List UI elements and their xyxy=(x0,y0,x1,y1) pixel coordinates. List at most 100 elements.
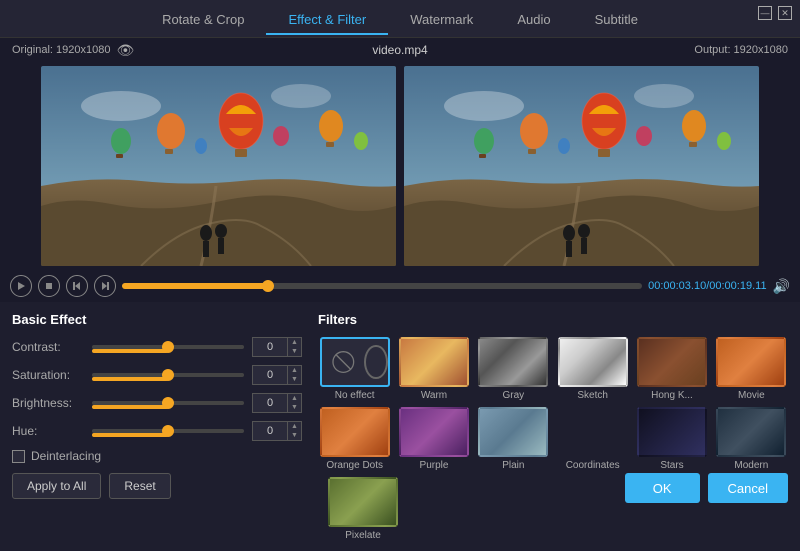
play-button[interactable] xyxy=(10,275,32,297)
brightness-slider[interactable] xyxy=(92,401,244,405)
saturation-label: Saturation: xyxy=(12,368,84,382)
filter-label-coordinates: Coordinates xyxy=(566,460,620,471)
filter-modern[interactable]: Modern xyxy=(715,407,788,471)
ok-button[interactable]: OK xyxy=(625,473,700,503)
saturation-down[interactable]: ▼ xyxy=(288,375,301,384)
filter-thumb-coordinates xyxy=(558,407,628,457)
hue-down[interactable]: ▼ xyxy=(288,431,301,440)
controls-bar: 00:00:03.10/00:00:19.11 🔊 xyxy=(0,270,800,302)
brightness-value: 0 xyxy=(252,393,288,413)
hue-up[interactable]: ▲ xyxy=(288,422,301,431)
filter-pixelate[interactable]: Pixelate xyxy=(328,477,398,541)
filter-label-movie: Movie xyxy=(738,390,765,401)
brightness-down[interactable]: ▼ xyxy=(288,403,301,412)
progress-bar[interactable] xyxy=(122,283,642,289)
filter-label-modern: Modern xyxy=(734,460,768,471)
saturation-row: Saturation: 0 ▲ ▼ xyxy=(12,365,302,385)
filter-stars[interactable]: Stars xyxy=(635,407,708,471)
filter-label-plain: Plain xyxy=(502,460,524,471)
tab-rotate[interactable]: Rotate & Crop xyxy=(140,6,266,35)
filters-title: Filters xyxy=(318,312,788,327)
filter-thumb-pixelate xyxy=(328,477,398,527)
filter-label-hongkong: Hong K... xyxy=(651,390,693,401)
filter-thumb-warm xyxy=(399,337,469,387)
filter-label-gray: Gray xyxy=(502,390,524,401)
filter-no-effect[interactable]: No effect xyxy=(318,337,391,401)
filter-label-orange-dots: Orange Dots xyxy=(326,460,383,471)
contrast-down[interactable]: ▼ xyxy=(288,347,301,356)
filter-thumb-purple xyxy=(399,407,469,457)
filter-label-pixelate: Pixelate xyxy=(345,530,381,541)
saturation-value: 0 xyxy=(252,365,288,385)
tab-effect[interactable]: Effect & Filter xyxy=(266,6,388,35)
filter-label-warm: Warm xyxy=(421,390,447,401)
contrast-value: 0 xyxy=(252,337,288,357)
title-bar: — ✕ xyxy=(750,0,800,26)
basic-effect-title: Basic Effect xyxy=(12,312,302,327)
action-buttons: Apply to All Reset xyxy=(12,473,302,499)
filters-grid: No effect Warm Gray Sketch Hong K... Mov xyxy=(318,337,788,471)
filter-thumb-hongkong xyxy=(637,337,707,387)
filters-panel: Filters No effect Warm Gray xyxy=(318,312,788,541)
hue-value: 0 xyxy=(252,421,288,441)
hue-slider[interactable] xyxy=(92,429,244,433)
tab-watermark[interactable]: Watermark xyxy=(388,6,495,35)
filter-thumb-no-effect xyxy=(320,337,390,387)
hue-label: Hue: xyxy=(12,424,84,438)
deinterlacing-checkbox[interactable] xyxy=(12,450,25,463)
prev-button[interactable] xyxy=(66,275,88,297)
filter-hongkong[interactable]: Hong K... xyxy=(635,337,708,401)
filter-thumb-modern xyxy=(716,407,786,457)
deinterlacing-row: Deinterlacing xyxy=(12,449,302,463)
filter-purple[interactable]: Purple xyxy=(397,407,470,471)
filter-label-purple: Purple xyxy=(420,460,449,471)
filter-orange-dots[interactable]: Orange Dots xyxy=(318,407,391,471)
contrast-up[interactable]: ▲ xyxy=(288,338,301,347)
filter-thumb-gray xyxy=(478,337,548,387)
video-filename: video.mp4 xyxy=(372,43,427,57)
filter-thumb-stars xyxy=(637,407,707,457)
filter-coordinates[interactable]: Coordinates xyxy=(556,407,629,471)
apply-to-all-button[interactable]: Apply to All xyxy=(12,473,101,499)
filter-movie[interactable]: Movie xyxy=(715,337,788,401)
filter-label-stars: Stars xyxy=(660,460,683,471)
deinterlacing-label: Deinterlacing xyxy=(31,449,101,463)
output-label: Output: 1920x1080 xyxy=(694,44,788,56)
volume-icon[interactable]: 🔊 xyxy=(773,278,790,295)
filter-thumb-orange-dots xyxy=(320,407,390,457)
filter-thumb-movie xyxy=(716,337,786,387)
saturation-slider[interactable] xyxy=(92,373,244,377)
saturation-up[interactable]: ▲ xyxy=(288,366,301,375)
bottom-actions: OK Cancel xyxy=(625,473,788,503)
basic-effect-panel: Basic Effect Contrast: 0 ▲ ▼ Saturation: xyxy=(12,312,302,541)
filter-label-sketch: Sketch xyxy=(577,390,608,401)
cancel-button[interactable]: Cancel xyxy=(708,473,788,503)
stop-button[interactable] xyxy=(38,275,60,297)
filter-label-no-effect: No effect xyxy=(335,390,375,401)
filter-gray[interactable]: Gray xyxy=(477,337,550,401)
brightness-up[interactable]: ▲ xyxy=(288,394,301,403)
original-label: Original: 1920x1080 xyxy=(12,44,110,56)
eye-icon[interactable]: 👁 xyxy=(116,42,134,59)
brightness-label: Brightness: xyxy=(12,396,84,410)
close-button[interactable]: ✕ xyxy=(778,6,792,20)
filter-plain[interactable]: Plain xyxy=(477,407,550,471)
output-preview xyxy=(404,66,759,266)
tab-audio[interactable]: Audio xyxy=(495,6,572,35)
time-display: 00:00:03.10/00:00:19.11 xyxy=(648,280,766,292)
brightness-row: Brightness: 0 ▲ ▼ xyxy=(12,393,302,413)
bottom-panel: Basic Effect Contrast: 0 ▲ ▼ Saturation: xyxy=(0,302,800,551)
filter-sketch[interactable]: Sketch xyxy=(556,337,629,401)
minimize-button[interactable]: — xyxy=(758,6,772,20)
contrast-slider[interactable] xyxy=(92,345,244,349)
filter-warm[interactable]: Warm xyxy=(397,337,470,401)
next-button[interactable] xyxy=(94,275,116,297)
original-preview xyxy=(41,66,396,266)
reset-button[interactable]: Reset xyxy=(109,473,170,499)
contrast-label: Contrast: xyxy=(12,340,84,354)
filter-thumb-plain xyxy=(478,407,548,457)
tab-subtitle[interactable]: Subtitle xyxy=(573,6,660,35)
filter-thumb-sketch xyxy=(558,337,628,387)
hue-row: Hue: 0 ▲ ▼ xyxy=(12,421,302,441)
contrast-row: Contrast: 0 ▲ ▼ xyxy=(12,337,302,357)
